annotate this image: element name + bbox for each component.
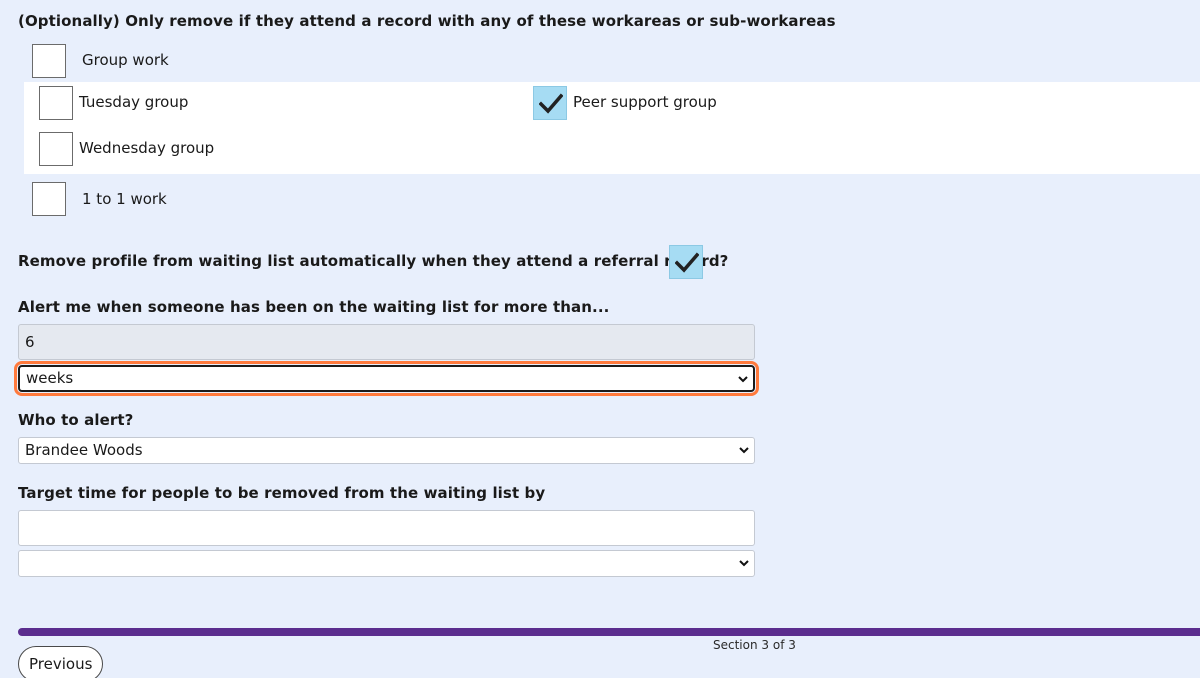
checkmark-icon: [675, 252, 699, 273]
workarea-heading: (Optionally) Only remove if they attend …: [18, 12, 836, 30]
previous-button[interactable]: Previous: [18, 646, 104, 678]
section-progress-bar: [18, 628, 1200, 636]
tuesday-group-checkbox[interactable]: [39, 86, 73, 120]
auto-remove-label: Remove profile from waiting list automat…: [18, 252, 729, 270]
group-work-checkbox[interactable]: [32, 44, 66, 78]
peer-support-group-checkbox[interactable]: [533, 86, 567, 120]
who-to-alert-select[interactable]: Brandee Woods: [18, 437, 755, 464]
wednesday-group-checkbox[interactable]: [39, 132, 73, 166]
chevron-down-icon: [739, 560, 749, 567]
one-to-one-work-label: 1 to 1 work: [82, 190, 167, 208]
target-time-unit-select[interactable]: [18, 550, 755, 577]
who-to-alert-label: Who to alert?: [18, 411, 134, 429]
chevron-down-icon: [738, 376, 748, 383]
who-to-alert-selected: Brandee Woods: [25, 441, 143, 459]
alert-label: Alert me when someone has been on the wa…: [18, 298, 610, 316]
chevron-down-icon: [739, 447, 749, 454]
alert-unit-select[interactable]: weeks: [14, 361, 759, 396]
target-time-label: Target time for people to be removed fro…: [18, 484, 546, 502]
waiting-list-settings-form: (Optionally) Only remove if they attend …: [0, 0, 1200, 678]
wednesday-group-label: Wednesday group: [79, 139, 215, 157]
alert-amount-input[interactable]: 6: [18, 324, 755, 360]
one-to-one-work-checkbox[interactable]: [32, 182, 66, 216]
alert-unit-selected: weeks: [26, 369, 74, 387]
checkmark-icon: [539, 93, 563, 114]
group-work-label: Group work: [82, 51, 169, 69]
tuesday-group-label: Tuesday group: [79, 93, 189, 111]
target-time-amount-input[interactable]: [18, 510, 755, 546]
section-indicator: Section 3 of 3: [713, 638, 796, 652]
auto-remove-checkbox[interactable]: [669, 245, 703, 279]
peer-support-group-label: Peer support group: [573, 93, 717, 111]
